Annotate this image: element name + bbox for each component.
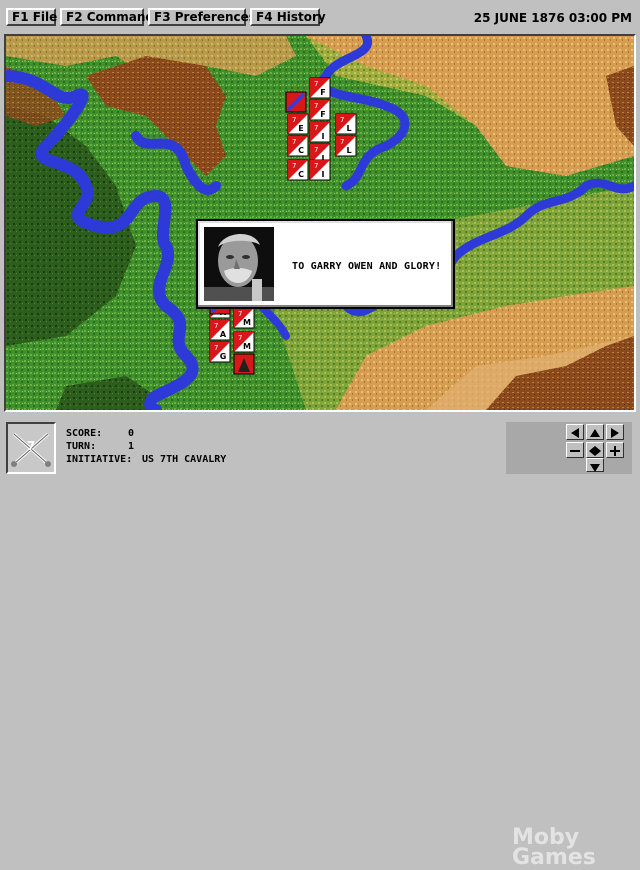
map-navigation-pad [506,422,632,474]
scroll-down-icon[interactable] [586,458,604,472]
turn-label: TURN: [66,441,97,452]
menu-bar: F1 File F2 Command F3 Preferences F4 His… [0,0,640,34]
north-unit-counter[interactable]: 7I [309,159,331,181]
svg-text:7: 7 [340,116,344,124]
score-value: 0 [128,428,135,439]
south-unit-letter: A [220,330,227,339]
south-unit-letter: M [243,342,251,351]
svg-text:7: 7 [314,124,318,132]
crossed-sabers-icon[interactable]: 7 [6,422,56,474]
commander-portrait [204,227,274,301]
north-unit-letter: F [320,88,325,97]
status-bar: 7 SCORE: 0 TURN: 1 INITIATIVE: US 7TH CA… [0,412,640,869]
north-unit-counter[interactable]: 7L [335,113,357,135]
south-unit-letter: G [220,352,227,361]
north-unit-counter[interactable]: 7C [287,135,309,157]
svg-text:7: 7 [340,138,344,146]
south-unit-counter[interactable] [233,353,255,375]
battle-map[interactable]: 7F7F7E7I7L7C7I7L7I7C 7G7A7M7A7M7G TO GAR… [4,34,636,412]
north-unit-counter[interactable] [285,91,307,113]
initiative-value: US 7TH CAVALRY [142,454,227,465]
dialog-message: TO GARRY OWEN AND GLORY! [292,261,442,272]
north-unit-counter[interactable]: 7F [309,99,331,121]
svg-text:7: 7 [292,138,296,146]
menu-preferences-button[interactable]: F3 Preferences [148,8,256,26]
south-unit-counter[interactable]: 7M [233,331,255,353]
south-unit-counter[interactable]: 7M [233,307,255,329]
center-map-icon[interactable] [586,442,604,458]
turn-value: 1 [128,441,135,452]
north-unit-letter: L [346,124,351,133]
north-unit-letter: E [298,124,303,133]
initiative-label: INITIATIVE: [66,454,133,465]
north-unit-letter: C [298,146,304,155]
svg-text:7: 7 [238,334,242,342]
svg-text:7: 7 [314,80,318,88]
moby-games-watermark: Moby Games [512,825,596,870]
svg-text:7: 7 [292,162,296,170]
badge-number: 7 [27,439,35,453]
game-datetime: 25 JUNE 1876 03:00 PM [473,11,632,25]
north-unit-counter[interactable]: 7E [287,113,309,135]
south-unit-counter[interactable]: 7A [209,319,231,341]
north-unit-counter[interactable]: 7L [335,135,357,157]
svg-text:7: 7 [214,322,218,330]
south-unit-counter[interactable]: 7G [209,341,231,363]
north-unit-letter: I [322,132,325,141]
north-unit-counter[interactable]: 7I [309,121,331,143]
north-unit-letter: I [322,170,325,179]
north-unit-letter: C [298,170,304,179]
zoom-in-icon[interactable] [606,442,624,458]
svg-text:7: 7 [314,162,318,170]
score-label: SCORE: [66,428,103,439]
menu-file-button[interactable]: F1 File [6,8,57,26]
north-unit-letter: F [320,110,325,119]
north-unit-counter[interactable]: 7C [287,159,309,181]
svg-text:7: 7 [292,116,296,124]
zoom-out-icon[interactable] [566,442,584,458]
south-unit-letter: M [243,318,251,327]
north-unit-counter[interactable]: 7F [309,77,331,99]
svg-text:7: 7 [214,344,218,352]
message-dialog: TO GARRY OWEN AND GLORY! [196,219,455,309]
svg-text:7: 7 [314,146,318,154]
scroll-left-icon[interactable] [566,424,584,440]
scroll-up-icon[interactable] [586,424,604,440]
menu-history-button[interactable]: F4 History [250,8,326,26]
menu-command-button[interactable]: F2 Command [60,8,154,26]
scroll-right-icon[interactable] [606,424,624,440]
svg-text:7: 7 [238,310,242,318]
north-unit-letter: L [346,146,351,155]
svg-text:7: 7 [314,102,318,110]
